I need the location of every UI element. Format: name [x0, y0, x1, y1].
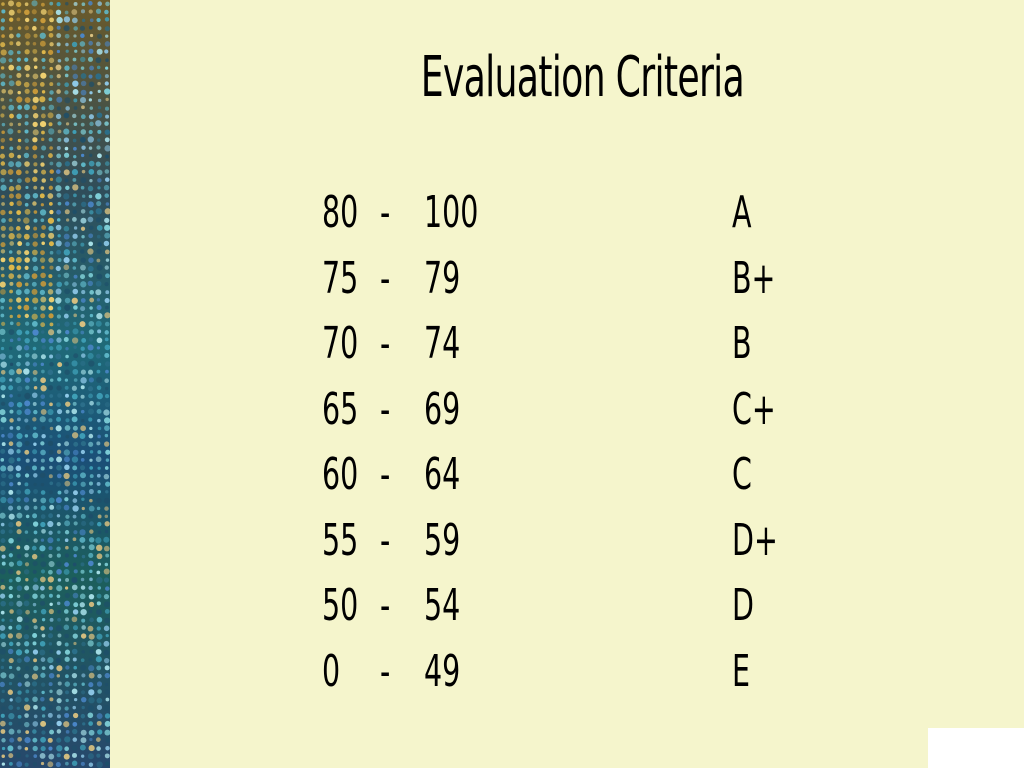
decorative-dot-band: [0, 0, 110, 768]
range-dash: -: [380, 514, 391, 566]
slide-title: Evaluation Criteria: [420, 45, 745, 110]
score-min: 60: [322, 449, 359, 500]
letter-grade: A: [732, 187, 752, 238]
letter-grade: C: [732, 449, 752, 500]
grading-table: 80 - 100 A 75 - 79 B+ 70 - 74 B 65 - 69 …: [322, 180, 822, 704]
score-max: 49: [424, 645, 461, 697]
grade-row: 65 - 69 C+: [322, 377, 822, 443]
score-max: 59: [424, 514, 461, 566]
grade-row: 80 - 100 A: [322, 180, 822, 246]
score-max: 54: [424, 580, 461, 631]
range-dash: -: [380, 252, 391, 304]
letter-grade: B+: [732, 252, 776, 304]
score-min: 80: [322, 187, 359, 238]
grade-row: 50 - 54 D: [322, 573, 822, 639]
letter-grade: D: [732, 580, 754, 631]
grade-row: 0 - 49 E: [322, 639, 822, 705]
range-dash: -: [380, 645, 391, 697]
score-max: 69: [424, 383, 461, 435]
grade-row: 60 - 64 C: [322, 442, 822, 508]
range-dash: -: [380, 383, 391, 435]
score-min: 70: [322, 318, 359, 369]
score-min: 0: [322, 645, 341, 697]
score-max: 64: [424, 449, 461, 500]
score-min: 75: [322, 252, 359, 304]
dot-pattern-graphic: [0, 0, 110, 768]
score-min: 55: [322, 514, 359, 566]
score-min: 50: [322, 580, 359, 631]
grade-row: 70 - 74 B: [322, 311, 822, 377]
score-max: 74: [424, 318, 461, 369]
letter-grade: E: [732, 645, 751, 697]
score-max: 79: [424, 252, 461, 304]
score-min: 65: [322, 383, 359, 435]
range-dash: -: [380, 187, 391, 238]
letter-grade: C+: [732, 383, 776, 435]
grade-row: 75 - 79 B+: [322, 246, 822, 312]
letter-grade: D+: [732, 514, 778, 566]
letter-grade: B: [732, 318, 752, 369]
range-dash: -: [380, 580, 391, 631]
corner-blank-box: [928, 728, 1024, 768]
range-dash: -: [380, 318, 391, 369]
score-max: 100: [424, 187, 479, 238]
grade-row: 55 - 59 D+: [322, 508, 822, 574]
range-dash: -: [380, 449, 391, 500]
